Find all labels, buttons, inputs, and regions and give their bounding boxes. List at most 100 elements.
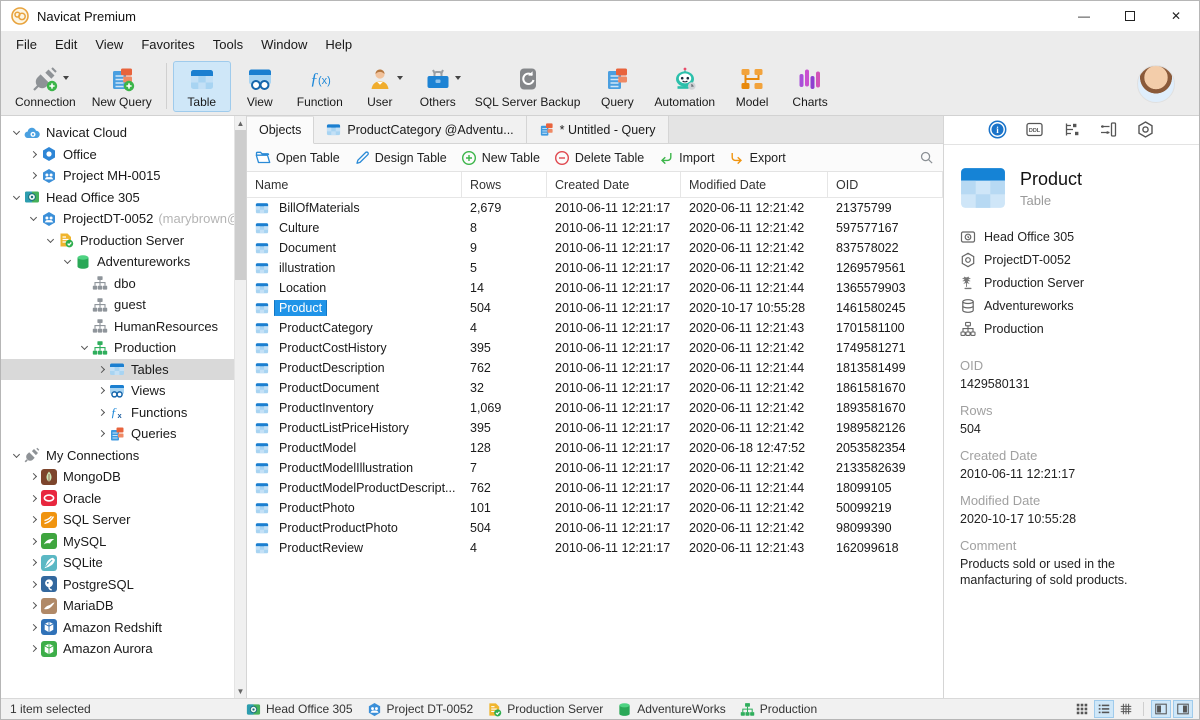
toolbar-button-user[interactable]: User xyxy=(351,61,409,112)
toggle-panel-right-icon[interactable] xyxy=(1173,700,1193,718)
tree-item-project-mh-0015[interactable]: Project MH-0015 xyxy=(1,165,234,187)
tree-item-sqlite[interactable]: SQLite xyxy=(1,552,234,574)
tree-item-projectdt-0052[interactable]: ProjectDT-0052 (marybrown@ xyxy=(1,208,234,230)
dropdown-caret-icon[interactable] xyxy=(62,76,69,80)
tree-item-postgresql[interactable]: PostgreSQL xyxy=(1,574,234,596)
minimize-button[interactable]: — xyxy=(1061,1,1107,31)
tree-item-humanresources[interactable]: HumanResources xyxy=(1,316,234,338)
tree-item-queries[interactable]: Queries xyxy=(1,423,234,445)
scroll-down-icon[interactable]: ▼ xyxy=(235,684,246,698)
panel-tool-info-icon[interactable]: i xyxy=(988,120,1008,140)
chevron-down-icon[interactable] xyxy=(12,192,21,200)
tree-item-functions[interactable]: ƒ x Functions xyxy=(1,402,234,424)
chevron-right-icon[interactable] xyxy=(97,408,106,416)
user-avatar[interactable] xyxy=(1137,65,1175,103)
toolbar-button-model[interactable]: Model xyxy=(723,61,781,112)
toolbar-button-automation[interactable]: Automation xyxy=(646,61,723,112)
new-table-button[interactable]: New Table xyxy=(461,150,540,166)
chevron-down-icon[interactable] xyxy=(12,450,21,458)
tree-item-my-connections[interactable]: My Connections xyxy=(1,445,234,467)
chevron-right-icon[interactable] xyxy=(29,473,38,481)
tree-item-guest[interactable]: guest xyxy=(1,294,234,316)
chevron-right-icon[interactable] xyxy=(29,172,38,180)
chevron-right-icon[interactable] xyxy=(29,623,38,631)
tree-item-amazon-aurora[interactable]: Amazon Aurora xyxy=(1,638,234,660)
dropdown-caret-icon[interactable] xyxy=(397,76,404,80)
toolbar-button-others[interactable]: Others xyxy=(409,61,467,112)
menu-favorites[interactable]: Favorites xyxy=(132,33,203,56)
chevron-right-icon[interactable] xyxy=(97,365,106,373)
search-icon[interactable] xyxy=(919,150,935,166)
tree-item-office[interactable]: Office xyxy=(1,144,234,166)
tree-item-mongodb[interactable]: MongoDB xyxy=(1,466,234,488)
toolbar-button-sql-server-backup[interactable]: SQL Server Backup xyxy=(467,61,589,112)
tree-item-sql-server[interactable]: SQL Server xyxy=(1,509,234,531)
table-row-document[interactable]: Document 9 2010-06-11 12:21:17 2020-06-11 1… xyxy=(247,238,943,258)
table-row-illustration[interactable]: illustration 5 2010-06-11 12:21:17 2020-06-… xyxy=(247,258,943,278)
chevron-right-icon[interactable] xyxy=(29,150,38,158)
panel-tool-ddl-icon[interactable]: DDL xyxy=(1025,120,1045,140)
table-row-productphoto[interactable]: ProductPhoto 101 2010-06-11 12:21:17 2020-0… xyxy=(247,498,943,518)
table-row-productproductphoto[interactable]: ProductProductPhoto 504 2010-06-11 12:21:1… xyxy=(247,518,943,538)
chevron-down-icon[interactable] xyxy=(46,235,55,243)
table-row-productmodelillustration[interactable]: ProductModelIllustration 7 2010-06-11 12:2… xyxy=(247,458,943,478)
chevron-right-icon[interactable] xyxy=(29,602,38,610)
chevron-down-icon[interactable] xyxy=(80,343,89,351)
table-row-location[interactable]: Location 14 2010-06-11 12:21:17 2020-06-11 … xyxy=(247,278,943,298)
toolbar-button-charts[interactable]: Charts xyxy=(781,61,839,112)
table-row-productinventory[interactable]: ProductInventory 1,069 2010-06-11 12:21:17… xyxy=(247,398,943,418)
chevron-down-icon[interactable] xyxy=(63,257,72,265)
table-row-productmodelproductdescript[interactable]: ProductModelProductDescript... 762 2010-06… xyxy=(247,478,943,498)
table-row-product[interactable]: Product 504 2010-06-11 12:21:17 2020-10-17 … xyxy=(247,298,943,318)
toolbar-button-function[interactable]: ƒ (x) Function xyxy=(289,61,351,112)
scroll-up-icon[interactable]: ▲ xyxy=(235,116,246,130)
tree-item-amazon-redshift[interactable]: Amazon Redshift xyxy=(1,617,234,639)
chevron-right-icon[interactable] xyxy=(29,559,38,567)
menu-view[interactable]: View xyxy=(86,33,132,56)
panel-tool-struct1-icon[interactable] xyxy=(1062,120,1082,140)
panel-tool-hexgear-icon[interactable] xyxy=(1136,120,1156,140)
chevron-right-icon[interactable] xyxy=(29,645,38,653)
design-table-button[interactable]: Design Table xyxy=(354,150,447,166)
column-header-oid[interactable]: OID xyxy=(828,172,943,197)
chevron-down-icon[interactable] xyxy=(29,214,38,222)
maximize-button[interactable] xyxy=(1107,1,1153,31)
tree-item-production-server[interactable]: Production Server xyxy=(1,230,234,252)
toggle-panel-left-icon[interactable] xyxy=(1151,700,1171,718)
table-row-billofmaterials[interactable]: BillOfMaterials 2,679 2010-06-11 12:21:17 2… xyxy=(247,198,943,218)
menu-window[interactable]: Window xyxy=(252,33,316,56)
tree-item-head-office-305[interactable]: Head Office 305 xyxy=(1,187,234,209)
chevron-right-icon[interactable] xyxy=(29,537,38,545)
export-button[interactable]: Export xyxy=(729,150,786,166)
view-button-grid9-icon[interactable] xyxy=(1072,700,1092,718)
view-button-hashgrid-icon[interactable] xyxy=(1116,700,1136,718)
close-button[interactable]: ✕ xyxy=(1153,1,1199,31)
delete-table-button[interactable]: Delete Table xyxy=(554,150,644,166)
column-header-rows[interactable]: Rows xyxy=(462,172,547,197)
tab-objects[interactable]: Objects xyxy=(247,117,315,144)
toolbar-button-table[interactable]: Table xyxy=(172,61,231,112)
menu-help[interactable]: Help xyxy=(316,33,361,56)
chevron-down-icon[interactable] xyxy=(12,128,21,136)
tree-item-mariadb[interactable]: MariaDB xyxy=(1,595,234,617)
toolbar-button-view[interactable]: View xyxy=(231,61,289,112)
menu-edit[interactable]: Edit xyxy=(46,33,86,56)
tree-item-oracle[interactable]: Oracle xyxy=(1,488,234,510)
column-header-name[interactable]: Name xyxy=(247,172,462,197)
column-header-modified-date[interactable]: Modified Date xyxy=(681,172,828,197)
table-row-productlistpricehistory[interactable]: ProductListPriceHistory 395 2010-06-11 12:… xyxy=(247,418,943,438)
tree-item-tables[interactable]: Tables xyxy=(1,358,234,380)
sidebar-scrollbar[interactable]: ▲ ▼ xyxy=(234,116,247,698)
panel-tool-struct2-icon[interactable] xyxy=(1099,120,1119,140)
menu-file[interactable]: File xyxy=(7,33,46,56)
tree-item-views[interactable]: Views xyxy=(1,380,234,402)
menu-tools[interactable]: Tools xyxy=(204,33,252,56)
toolbar-button-connection[interactable]: Connection xyxy=(7,61,84,112)
tree-item-adventureworks[interactable]: Adventureworks xyxy=(1,251,234,273)
view-button-list-icon[interactable] xyxy=(1094,700,1114,718)
chevron-right-icon[interactable] xyxy=(29,494,38,502)
toolbar-button-new-query[interactable]: New Query xyxy=(84,61,160,112)
tab-productcategory-adventu[interactable]: ProductCategory @Adventu... xyxy=(314,116,527,143)
tree-item-production[interactable]: Production xyxy=(1,337,234,359)
chevron-right-icon[interactable] xyxy=(97,387,106,395)
